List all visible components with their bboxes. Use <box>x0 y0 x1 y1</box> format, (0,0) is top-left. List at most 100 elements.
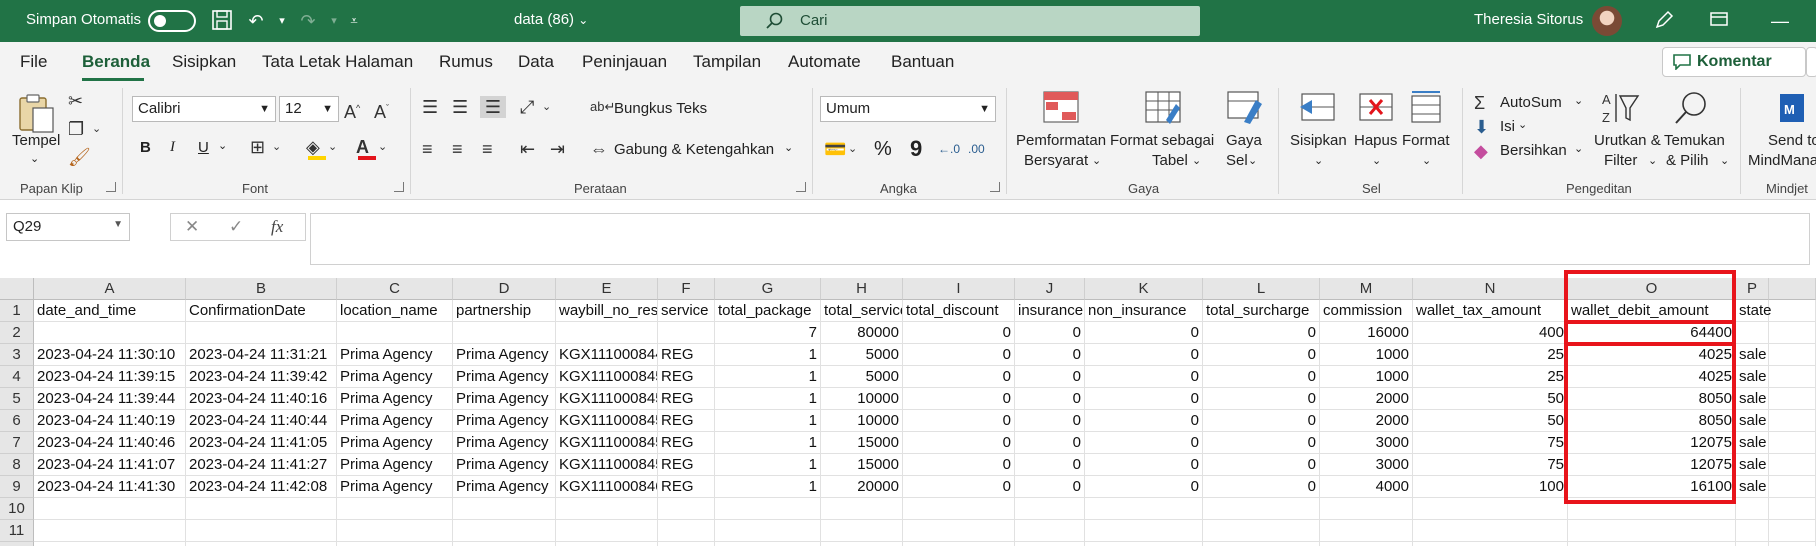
empty-cell[interactable] <box>453 498 556 520</box>
font-color-icon[interactable]: A <box>356 136 376 160</box>
data-cell[interactable]: 4025 <box>1568 344 1736 366</box>
number-launcher-icon[interactable] <box>990 182 1000 192</box>
autosum-icon[interactable]: Σ <box>1474 92 1485 114</box>
data-cell[interactable]: 8050 <box>1568 410 1736 432</box>
total-cell[interactable]: 0 <box>903 322 1015 344</box>
enter-icon[interactable]: ✓ <box>229 217 243 237</box>
pen-icon[interactable] <box>1652 9 1676 33</box>
autosave-toggle[interactable] <box>148 10 196 32</box>
data-cell[interactable]: 3000 <box>1320 454 1413 476</box>
tab-page-layout[interactable]: Tata Letak Halaman <box>262 52 413 72</box>
column-title-cell[interactable]: non_insurance <box>1085 300 1203 322</box>
data-cell[interactable]: 2000 <box>1320 410 1413 432</box>
align-center-icon[interactable]: ≡ <box>452 138 463 160</box>
data-cell[interactable]: REG <box>658 454 715 476</box>
paste-dropdown-icon[interactable]: ⌄ <box>30 152 39 165</box>
empty-cell[interactable] <box>1769 498 1816 520</box>
empty-cell[interactable] <box>1568 498 1736 520</box>
data-cell[interactable]: 0 <box>903 454 1015 476</box>
data-cell[interactable]: 2023-04-24 11:31:21 <box>186 344 337 366</box>
tab-formulas[interactable]: Rumus <box>439 52 493 72</box>
column-title-cell[interactable]: total_discount <box>903 300 1015 322</box>
data-cell[interactable]: 2023-04-24 11:41:05 <box>186 432 337 454</box>
data-cell[interactable]: 0 <box>1085 454 1203 476</box>
align-bottom-icon[interactable]: ☰ <box>480 96 506 118</box>
data-cell[interactable]: 25 <box>1413 366 1568 388</box>
clipboard-launcher-icon[interactable] <box>106 182 116 192</box>
empty-cell[interactable] <box>1015 542 1085 546</box>
delete-dropdown-icon[interactable]: ⌄ <box>1372 154 1381 167</box>
redo-icon[interactable]: ↷ <box>296 9 320 33</box>
data-cell[interactable]: KGX1110008461 <box>556 476 658 498</box>
data-cell[interactable]: Prima Agency <box>453 366 556 388</box>
empty-cell[interactable] <box>1769 388 1816 410</box>
empty-cell[interactable] <box>658 322 715 344</box>
clear-icon[interactable]: ◆ <box>1474 140 1488 162</box>
row-header-6[interactable]: 6 <box>0 410 34 432</box>
data-cell[interactable]: sale <box>1736 366 1769 388</box>
data-cell[interactable]: 1 <box>715 366 821 388</box>
empty-cell[interactable] <box>1736 520 1769 542</box>
empty-cell[interactable] <box>453 322 556 344</box>
column-header-extra[interactable] <box>1769 278 1816 300</box>
format-table-dropdown-icon[interactable]: ⌄ <box>1192 154 1201 167</box>
row-header-7[interactable]: 7 <box>0 432 34 454</box>
cut-icon[interactable]: ✂ <box>68 90 83 112</box>
document-title[interactable]: data (86) ⌄ <box>514 11 588 28</box>
empty-cell[interactable] <box>337 542 453 546</box>
format-as-table-label[interactable]: Format sebagai <box>1110 132 1214 149</box>
format-cells-label[interactable]: Format <box>1402 132 1450 149</box>
format-painter-icon[interactable]: 🖌 <box>68 146 91 168</box>
data-cell[interactable]: REG <box>658 388 715 410</box>
column-header-g[interactable]: G <box>715 278 821 300</box>
select-all-button[interactable] <box>0 278 34 300</box>
data-cell[interactable]: REG <box>658 432 715 454</box>
column-header-m[interactable]: M <box>1320 278 1413 300</box>
empty-cell[interactable] <box>1085 542 1203 546</box>
borders-dropdown-icon[interactable]: ⌄ <box>272 136 281 158</box>
total-cell[interactable]: 16000 <box>1320 322 1413 344</box>
send-to-mindmanager-label2[interactable]: MindMana <box>1748 152 1816 169</box>
empty-cell[interactable] <box>903 542 1015 546</box>
empty-cell[interactable] <box>34 322 186 344</box>
column-title-cell[interactable]: wallet_debit_amount <box>1568 300 1736 322</box>
delete-cells-icon[interactable] <box>1356 90 1396 130</box>
empty-cell[interactable] <box>1320 520 1413 542</box>
data-cell[interactable]: 2023-04-24 11:39:15 <box>34 366 186 388</box>
data-cell[interactable]: 10000 <box>821 388 903 410</box>
data-cell[interactable]: 0 <box>1015 410 1085 432</box>
send-to-mindmanager-label[interactable]: Send to <box>1768 132 1816 149</box>
cell-styles-icon[interactable] <box>1226 90 1266 130</box>
data-cell[interactable]: 0 <box>1085 476 1203 498</box>
data-cell[interactable]: 0 <box>1203 432 1320 454</box>
data-cell[interactable]: 0 <box>1015 476 1085 498</box>
column-header-e[interactable]: E <box>556 278 658 300</box>
data-cell[interactable]: 0 <box>1015 454 1085 476</box>
empty-cell[interactable] <box>715 520 821 542</box>
tab-insert[interactable]: Sisipkan <box>172 52 236 72</box>
data-cell[interactable]: sale <box>1736 344 1769 366</box>
format-as-table-icon[interactable] <box>1144 90 1184 130</box>
fill-dropdown-icon[interactable]: ⌄ <box>1518 118 1527 131</box>
empty-cell[interactable] <box>337 498 453 520</box>
alignment-launcher-icon[interactable] <box>796 182 806 192</box>
data-cell[interactable]: 5000 <box>821 344 903 366</box>
empty-cell[interactable] <box>1769 410 1816 432</box>
data-cell[interactable]: 2023-04-24 11:41:30 <box>34 476 186 498</box>
customize-toolbar-icon[interactable]: ⩡ <box>342 9 366 33</box>
column-header-i[interactable]: I <box>903 278 1015 300</box>
empty-cell[interactable] <box>556 498 658 520</box>
paste-icon[interactable] <box>16 92 56 133</box>
data-cell[interactable]: 0 <box>1085 410 1203 432</box>
sort-filter-icon[interactable]: AZ <box>1600 90 1640 130</box>
column-header-p[interactable]: P <box>1736 278 1769 300</box>
tab-data[interactable]: Data <box>518 52 554 72</box>
data-cell[interactable]: KGX1110008455 <box>556 410 658 432</box>
insert-function-icon[interactable]: fx <box>271 217 283 237</box>
data-cell[interactable]: 0 <box>903 366 1015 388</box>
data-cell[interactable]: 2023-04-24 11:42:08 <box>186 476 337 498</box>
data-cell[interactable]: 0 <box>1085 366 1203 388</box>
data-cell[interactable]: Prima Agency <box>337 344 453 366</box>
empty-cell[interactable] <box>556 542 658 546</box>
increase-font-icon[interactable]: A^ <box>344 97 360 123</box>
